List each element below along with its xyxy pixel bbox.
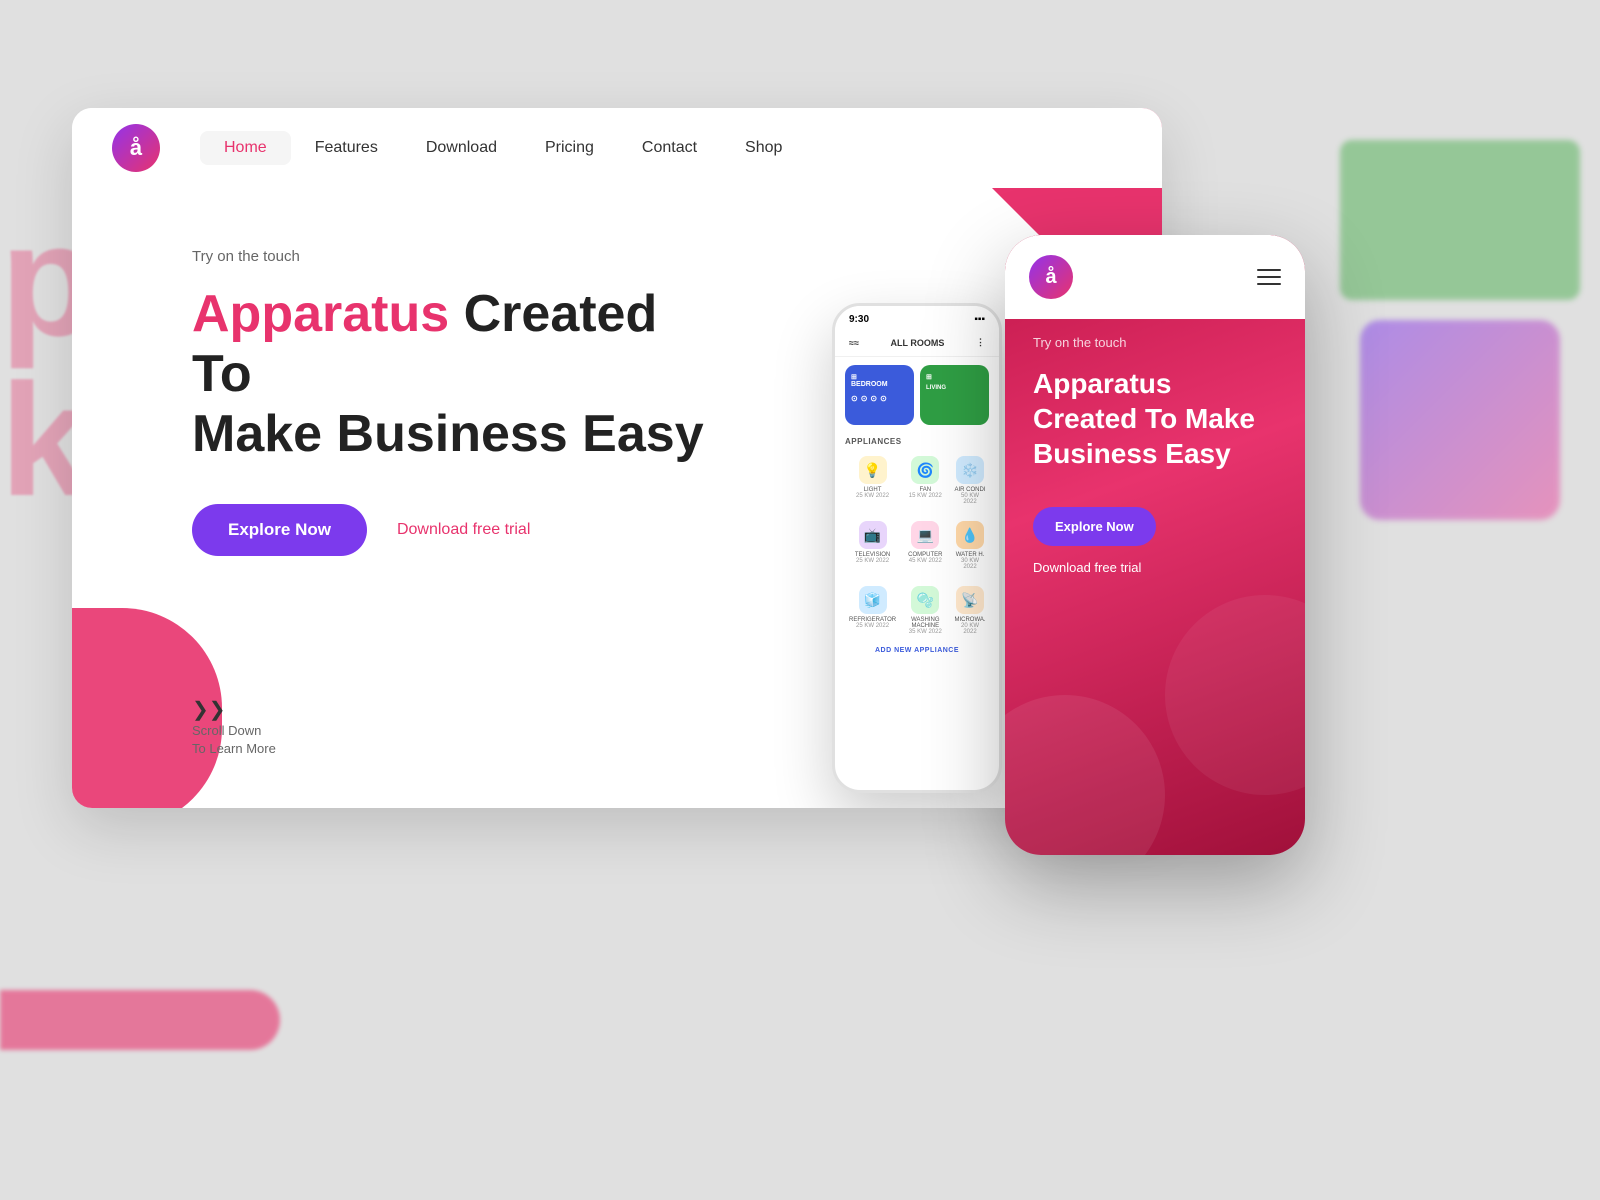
scroll-down: ❯❯ Scroll Down To Learn More bbox=[192, 693, 276, 758]
fan-icon: 🌀 bbox=[911, 456, 939, 484]
phone-header: ≈≈ ALL ROOMS ⋮ bbox=[835, 333, 999, 357]
appliance-fridge: 🧊 REFRIGERATOR 25 KW 2022 bbox=[845, 580, 900, 641]
appliance-ac: ❄️ AIR CONDI 50 KW 2022 bbox=[950, 450, 989, 511]
mobile-hero-tagline: Try on the touch bbox=[1033, 335, 1277, 350]
appliance-fan: 🌀 FAN 15 KW 2022 bbox=[904, 450, 946, 511]
room-card-icon: ⊞ bbox=[851, 373, 908, 381]
room-card-other: ⊞ LIVING bbox=[920, 365, 989, 425]
laptop-card: å Home Features Download Pricing Contact… bbox=[72, 108, 1162, 808]
explore-now-button[interactable]: Explore Now bbox=[192, 504, 367, 556]
phone-room-cards: ⊞ BEDROOM ⊙⊙⊙⊙ ⊞ LIVING bbox=[835, 357, 999, 433]
download-trial-button[interactable]: Download free trial bbox=[397, 521, 530, 539]
mobile-explore-now-button[interactable]: Explore Now bbox=[1033, 507, 1156, 546]
mobile-logo[interactable]: å bbox=[1029, 255, 1073, 299]
appliance-computer: 💻 COMPUTER 45 KW 2022 bbox=[904, 515, 946, 576]
bg-right-card bbox=[1340, 140, 1580, 300]
mobile-top-bar: å bbox=[1005, 235, 1305, 319]
mobile-trial-button[interactable]: Download free trial bbox=[1033, 560, 1141, 575]
phone-status-bar: 9:30 ▪▪▪ bbox=[835, 306, 999, 333]
hero-title-accent: Apparatus bbox=[192, 285, 449, 343]
hero-title: Apparatus Created To Make Business Easy bbox=[192, 285, 712, 464]
bg-right-elements bbox=[1320, 80, 1600, 680]
bg-right-shape bbox=[1360, 320, 1560, 520]
room-card-bedroom: ⊞ BEDROOM ⊙⊙⊙⊙ bbox=[845, 365, 914, 425]
appliances-grid: 💡 LIGHT 25 KW 2022 🌀 FAN 15 KW 2022 ❄️ A… bbox=[835, 450, 999, 641]
nav-pricing[interactable]: Pricing bbox=[521, 131, 618, 165]
appliance-water: 💧 WATER H. 30 KW 2022 bbox=[950, 515, 989, 576]
fridge-icon: 🧊 bbox=[859, 586, 887, 614]
phone-rooms-title: ALL ROOMS bbox=[891, 338, 945, 348]
computer-icon: 💻 bbox=[911, 521, 939, 549]
mobile-logo-letter: å bbox=[1045, 266, 1056, 289]
phone-header-icon: ≈≈ bbox=[849, 338, 859, 348]
appliance-tv: 📺 TELEVISION 25 KW 2022 bbox=[845, 515, 900, 576]
phone-time: 9:30 bbox=[849, 314, 869, 325]
nav-features[interactable]: Features bbox=[291, 131, 402, 165]
hero-tagline: Try on the touch bbox=[192, 248, 1102, 265]
room-card-label: BEDROOM bbox=[851, 381, 908, 388]
mobile-curve2 bbox=[1165, 595, 1305, 795]
navbar: å Home Features Download Pricing Contact… bbox=[72, 108, 1162, 188]
ac-icon: ❄️ bbox=[956, 456, 984, 484]
phone-icons: ▪▪▪ bbox=[974, 314, 985, 325]
appliance-washer: 🫧 WASHING MACHINE 35 KW 2022 bbox=[904, 580, 946, 641]
mobile-hero-buttons: Explore Now Download free trial bbox=[1033, 507, 1277, 575]
mobile-phone: å Try on the touch Apparatus Created To … bbox=[1005, 235, 1305, 855]
nav-download[interactable]: Download bbox=[402, 131, 521, 165]
tv-icon: 📺 bbox=[859, 521, 887, 549]
mobile-navbar: å bbox=[1005, 235, 1305, 315]
appliance-light: 💡 LIGHT 25 KW 2022 bbox=[845, 450, 900, 511]
chevron-down-icon: ❯❯ bbox=[192, 697, 276, 722]
mobile-hero-title: Apparatus Created To Make Business Easy bbox=[1033, 366, 1277, 471]
bg-bottom-bar bbox=[0, 990, 280, 1050]
washer-icon: 🫧 bbox=[911, 586, 939, 614]
nav-links: Home Features Download Pricing Contact S… bbox=[200, 131, 806, 165]
nav-shop[interactable]: Shop bbox=[721, 131, 806, 165]
add-appliance-button[interactable]: ADD NEW APPLIANCE bbox=[835, 641, 999, 660]
appliances-section-label: APPLIANCES bbox=[835, 433, 999, 450]
nav-contact[interactable]: Contact bbox=[618, 131, 721, 165]
appliance-microwave: 📡 MICROWA. 20 KW 2022 bbox=[950, 580, 989, 641]
nav-home[interactable]: Home bbox=[200, 131, 291, 165]
mobile-curve1 bbox=[1005, 695, 1165, 855]
room-card-other-icon: ⊞ bbox=[926, 373, 983, 381]
scroll-down-label: Scroll Down To Learn More bbox=[192, 722, 276, 758]
light-icon: 💡 bbox=[859, 456, 887, 484]
hamburger-icon[interactable] bbox=[1257, 269, 1281, 285]
logo[interactable]: å bbox=[112, 124, 160, 172]
phone-mockup: 9:30 ▪▪▪ ≈≈ ALL ROOMS ⋮ ⊞ BEDROOM ⊙⊙⊙⊙ ⊞… bbox=[832, 303, 1002, 793]
water-icon: 💧 bbox=[956, 521, 984, 549]
microwave-icon: 📡 bbox=[956, 586, 984, 614]
logo-letter: å bbox=[130, 135, 142, 161]
